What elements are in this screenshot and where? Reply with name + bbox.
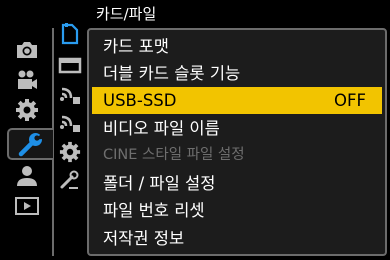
tab-my-menu[interactable]: [7, 162, 47, 190]
video-camera-icon: [18, 70, 37, 89]
tab-setup[interactable]: [7, 128, 53, 160]
menu-item-label: 파일 번호 리셋: [103, 201, 205, 220]
playback-icon: [15, 197, 39, 215]
subtab-others[interactable]: [53, 167, 87, 193]
menu-item-label: USB-SSD: [103, 91, 177, 110]
tab-photo[interactable]: [7, 36, 47, 64]
menu-panel: 카드 포맷 더블 카드 슬롯 기능 USB-SSD OFF 비디오 파일 이름 …: [87, 28, 387, 256]
menu-item-label: 저작권 정보: [103, 229, 185, 248]
tab-video[interactable]: [7, 66, 47, 94]
tab-playback[interactable]: [7, 192, 47, 220]
gear-icon: [16, 99, 38, 121]
signal-icon: [60, 115, 80, 132]
menu-item-label: CINE 스타일 파일 설정: [103, 147, 245, 163]
subtab-monitor[interactable]: [53, 82, 87, 108]
menu-item-label: 카드 포맷: [103, 37, 169, 56]
subtab-folder[interactable]: [53, 52, 87, 78]
edit-icon: [60, 170, 79, 189]
folder-icon: [58, 57, 82, 74]
menu-item-label: 더블 카드 슬롯 기능: [103, 64, 241, 83]
card-icon: [61, 23, 79, 45]
person-icon: [17, 166, 37, 186]
menu-item-file-number-reset[interactable]: 파일 번호 리셋: [89, 197, 385, 224]
menu-item-card-format[interactable]: 카드 포맷: [89, 33, 385, 60]
menu-item-video-file-name[interactable]: 비디오 파일 이름: [89, 115, 385, 142]
gear-icon: [59, 141, 81, 163]
menu-item-usb-ssd[interactable]: USB-SSD OFF: [92, 87, 382, 114]
menu-title: 카드/파일: [96, 5, 157, 23]
menu-item-folder-file-settings[interactable]: 폴더 / 파일 설정: [89, 170, 385, 197]
tab-custom[interactable]: [7, 96, 47, 124]
menu-item-label: 비디오 파일 이름: [103, 119, 220, 138]
menu-item-cine-style-file: CINE 스타일 파일 설정: [89, 142, 385, 169]
signal-icon: [60, 87, 80, 104]
menu-item-copyright-info[interactable]: 저작권 정보: [89, 225, 385, 252]
subtab-settings[interactable]: [53, 139, 87, 165]
wrench-icon: [18, 132, 43, 157]
sub-tab-bar: [53, 0, 87, 260]
subtab-connection[interactable]: [53, 110, 87, 136]
menu-item-value: OFF: [334, 91, 366, 110]
camera-icon: [17, 42, 37, 58]
subtab-card-file[interactable]: [53, 21, 87, 47]
main-tab-bar: [0, 0, 53, 260]
menu-item-label: 폴더 / 파일 설정: [103, 174, 216, 193]
menu-item-double-card-slot[interactable]: 더블 카드 슬롯 기능: [89, 60, 385, 87]
